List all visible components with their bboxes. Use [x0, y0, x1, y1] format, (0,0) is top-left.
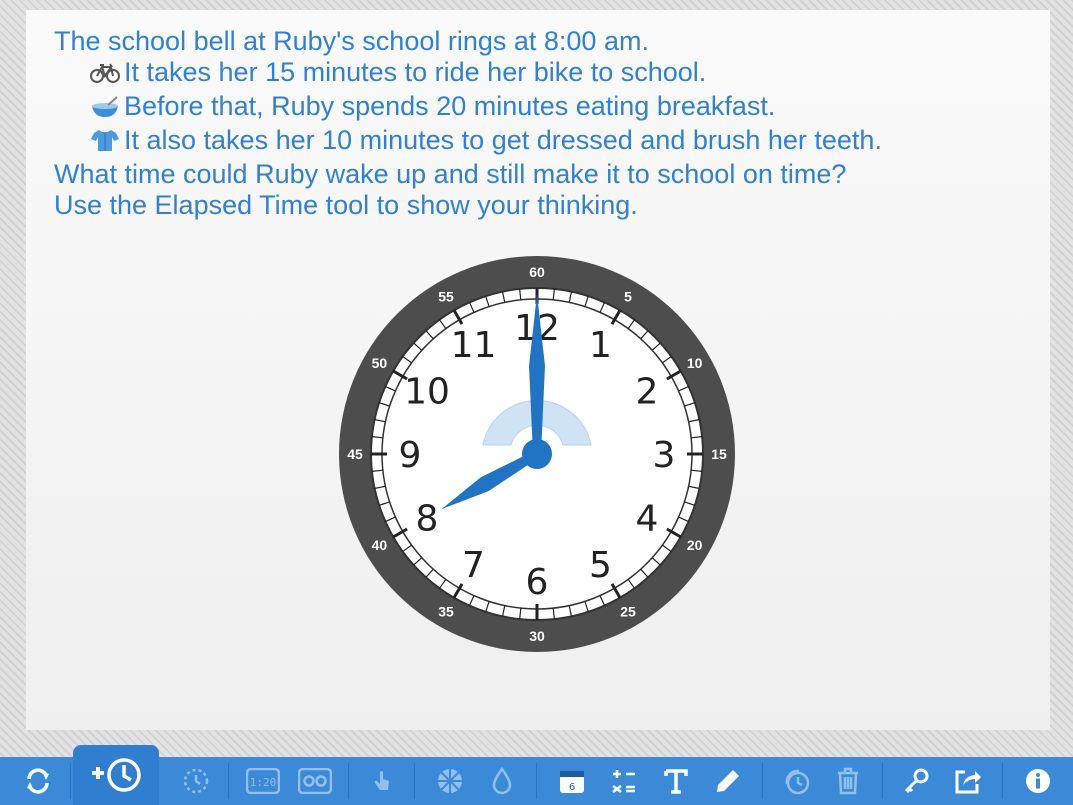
trash-icon: [838, 767, 858, 795]
duplicate-clock-icon: [785, 769, 810, 795]
bicycle-icon: [90, 60, 120, 91]
duplicate-clock-button[interactable]: [772, 757, 820, 805]
minute-label: 25: [620, 604, 636, 620]
fraction-segments-icon: [438, 769, 462, 793]
text-button[interactable]: [652, 757, 700, 805]
hour-number: 7: [462, 545, 485, 586]
prompt-instruction: Use the Elapsed Time tool to show your t…: [54, 190, 638, 220]
equation-icon: [612, 770, 635, 793]
minute-label: 10: [687, 355, 703, 371]
prompt-bullet-breakfast: Before that, Ruby spends 20 minutes eati…: [54, 91, 882, 125]
bullet-text: Before that, Ruby spends 20 minutes eati…: [124, 91, 776, 121]
hour-number: 8: [416, 499, 439, 540]
shirt-icon: [90, 128, 120, 159]
workspace-canvas[interactable]: The school bell at Ruby's school rings a…: [26, 10, 1050, 730]
minute-label: 40: [372, 537, 388, 553]
minute-label: 55: [438, 288, 454, 304]
minute-label: 35: [438, 604, 454, 620]
svg-text:1:20: 1:20: [250, 776, 277, 789]
key-button[interactable]: [892, 757, 940, 805]
hour-number: 5: [589, 545, 612, 586]
hour-number: 1: [589, 325, 612, 366]
pen-button[interactable]: [704, 757, 752, 805]
prompt-bullet-dress: It also takes her 10 minutes to get dres…: [54, 125, 882, 159]
fill-color-icon: [492, 766, 512, 795]
hour-number: 3: [653, 435, 676, 476]
fraction-segments-button[interactable]: [426, 757, 474, 805]
trash-button[interactable]: [824, 757, 872, 805]
prompt-question: What time could Ruby wake up and still m…: [54, 159, 847, 189]
minute-label: 30: [529, 628, 545, 644]
am-pm-icon: [298, 768, 332, 794]
hour-number: 6: [526, 562, 549, 603]
svg-text:6: 6: [569, 782, 575, 793]
touch-icon: [374, 771, 389, 790]
touch-button[interactable]: [358, 757, 406, 805]
add-clock-button[interactable]: [73, 745, 159, 805]
am-pm-button[interactable]: [290, 757, 340, 805]
elapsed-time-button[interactable]: [172, 757, 220, 805]
reset-icon: [27, 768, 49, 794]
key-icon: [904, 768, 929, 794]
minute-label: 60: [529, 264, 545, 280]
add-clock-icon: [92, 758, 141, 792]
prompt-line-1: The school bell at Ruby's school rings a…: [54, 26, 649, 56]
bowl-icon: [90, 94, 120, 125]
minute-label: 45: [347, 446, 363, 462]
share-button[interactable]: [944, 757, 992, 805]
equation-button[interactable]: [600, 757, 648, 805]
minute-label: 50: [372, 355, 388, 371]
calendar-button[interactable]: 6: [548, 757, 596, 805]
problem-text: The school bell at Ruby's school rings a…: [54, 26, 882, 221]
toolbar-items: 1:20 6: [160, 757, 1073, 805]
bullet-text: It takes her 15 minutes to ride her bike…: [124, 57, 707, 87]
prompt-bullet-bike: It takes her 15 minutes to ride her bike…: [54, 57, 882, 91]
minute-label: 15: [711, 446, 727, 462]
fill-color-button[interactable]: [478, 757, 526, 805]
elapsed-time-icon: [183, 768, 209, 794]
text-icon: [664, 769, 688, 794]
bullet-text: It also takes her 10 minutes to get dres…: [124, 125, 882, 155]
hour-number: 11: [451, 325, 497, 366]
minute-label: 5: [624, 288, 632, 304]
minute-label: 20: [687, 537, 703, 553]
hour-number: 10: [404, 372, 450, 413]
reset-button[interactable]: [14, 757, 62, 805]
hour-number: 4: [636, 499, 659, 540]
info-button[interactable]: [1014, 757, 1062, 805]
info-icon: [1026, 769, 1050, 793]
pen-icon: [717, 770, 739, 792]
clock-center-pin: [522, 439, 552, 469]
digital-clock-icon: 1:20: [246, 768, 280, 794]
calendar-icon: 6: [560, 771, 584, 793]
hour-number: 2: [636, 372, 659, 413]
analog-clock[interactable]: 60510152025303540455055121234567891011: [338, 255, 736, 653]
digital-clock-button[interactable]: 1:20: [238, 757, 288, 805]
share-icon: [955, 770, 981, 794]
hour-number: 9: [399, 435, 422, 476]
